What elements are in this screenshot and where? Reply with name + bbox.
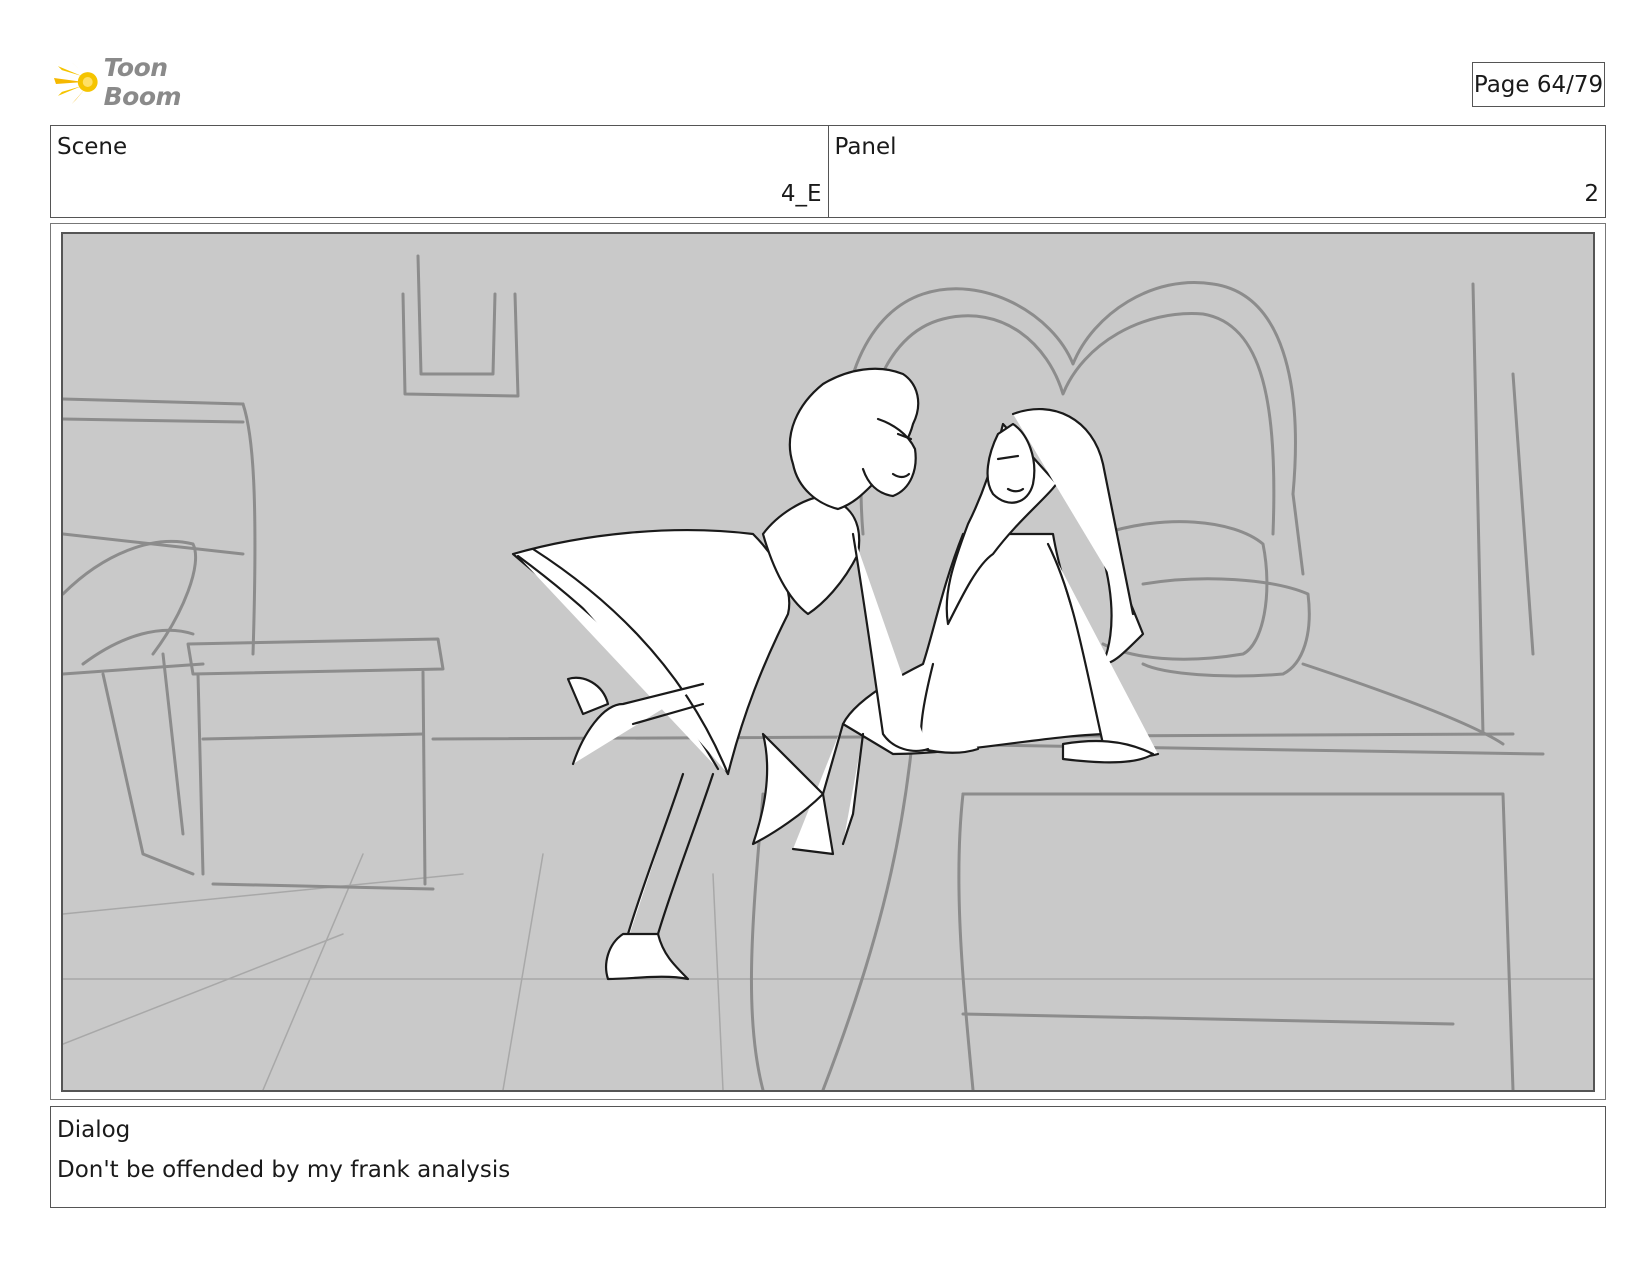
character-sketch-lines (511, 367, 1160, 981)
scene-value: 4_E (780, 181, 822, 207)
storyboard-sketch (63, 254, 1593, 1090)
scene-panel-header: Scene 4_E Panel 2 (50, 125, 1606, 218)
logo-wordmark: Toon Boom (103, 53, 182, 111)
scene-cell: Scene 4_E (51, 126, 828, 217)
storyboard-frame (61, 232, 1595, 1092)
toon-boom-logo: Toon Boom (52, 53, 252, 111)
panel-cell: Panel 2 (827, 126, 1606, 217)
dialog-text: Don't be offended by my frank analysis (57, 1157, 511, 1183)
panel-label: Panel (834, 134, 897, 160)
panel-value: 2 (1584, 181, 1599, 207)
scene-label: Scene (57, 134, 128, 160)
toon-boom-burst-icon (53, 60, 98, 104)
dialog-box: Dialog Don't be offended by my frank ana… (50, 1106, 1606, 1208)
dialog-label: Dialog (57, 1117, 131, 1143)
page-indicator: Page 64/79 (1472, 62, 1605, 107)
